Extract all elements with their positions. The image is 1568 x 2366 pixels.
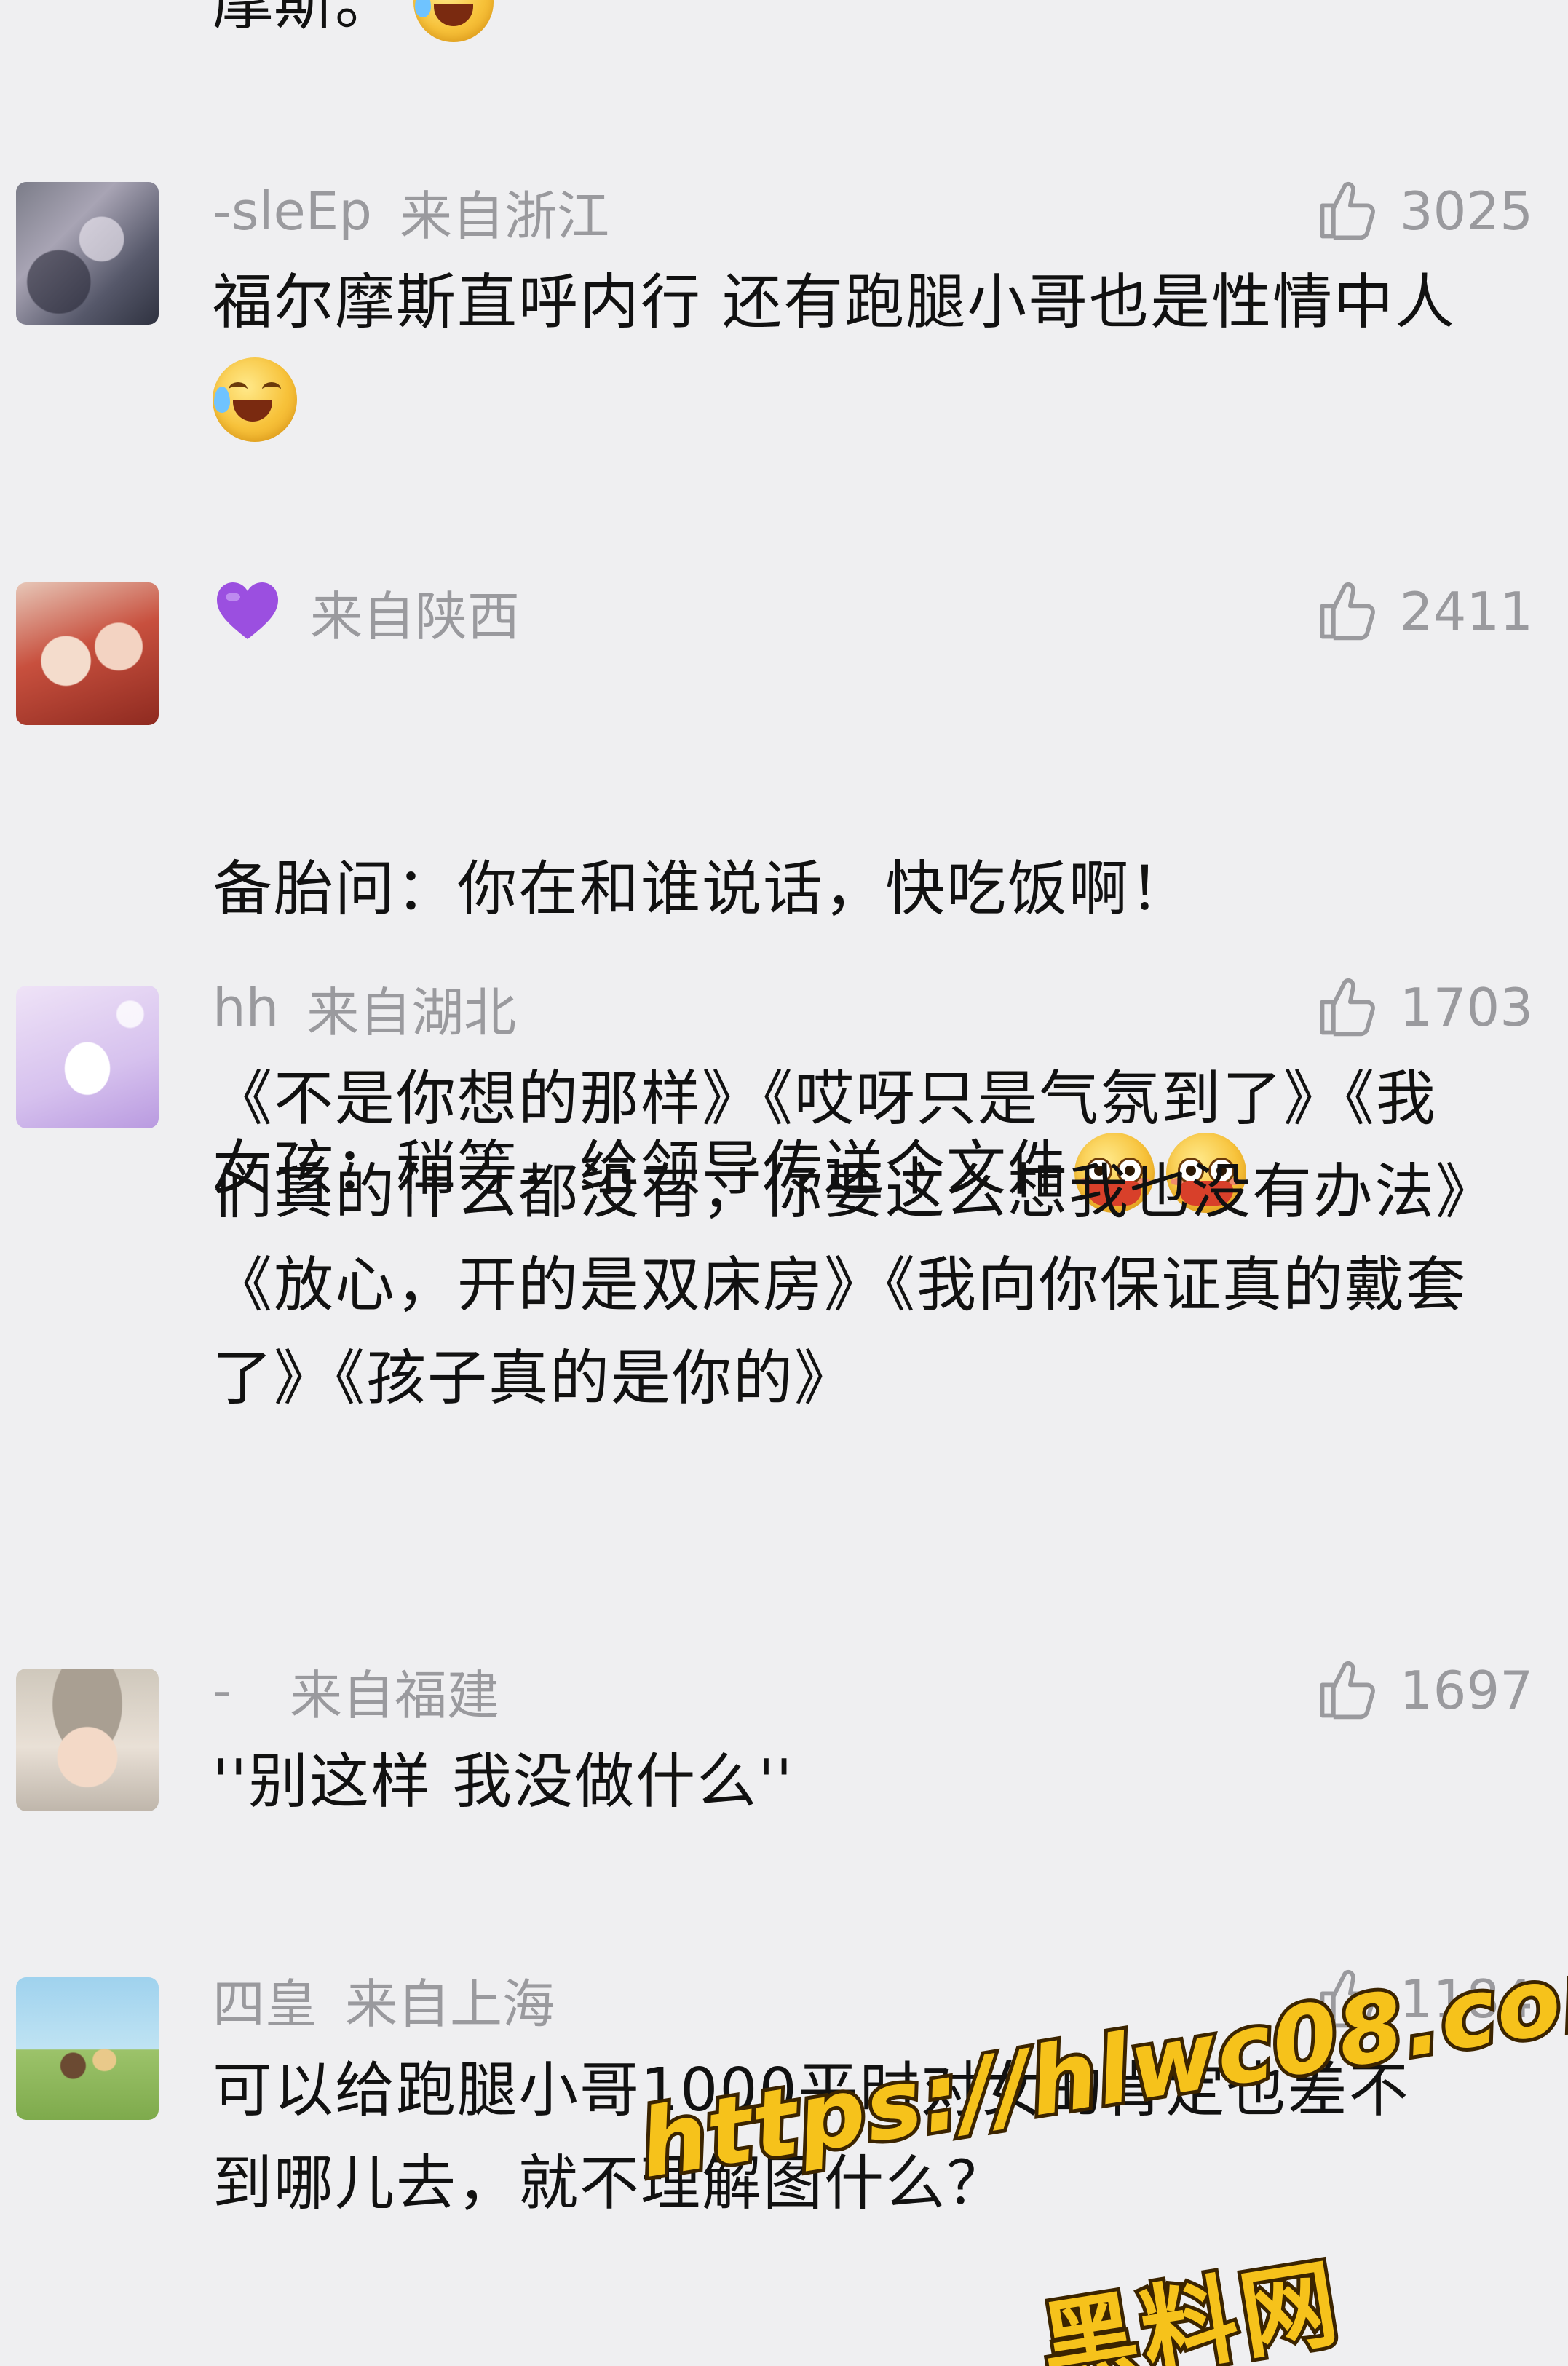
- username[interactable]: -: [213, 1660, 231, 1721]
- comment-meta: -sleEp 来自浙江: [213, 175, 609, 248]
- avatar[interactable]: [16, 1977, 159, 2120]
- previous-comment-text: 摩斯。: [213, 0, 397, 38]
- watermark-site-name: 黑料网: [1030, 2243, 1353, 2366]
- comment-meta: 来自陕西: [213, 575, 520, 648]
- avatar[interactable]: [16, 1669, 159, 1811]
- like-button[interactable]: 1703: [1314, 971, 1533, 1044]
- like-count: 2411: [1399, 581, 1533, 642]
- purple-heart-icon[interactable]: [213, 577, 282, 646]
- thumbs-up-icon: [1320, 181, 1375, 240]
- username[interactable]: -sleEp: [213, 181, 372, 242]
- thumbs-up-icon: [1320, 582, 1375, 641]
- username[interactable]: hh: [213, 977, 279, 1038]
- comment-text: 《不是你想的那样》《哎呀只是气氛到了》《我们真的什么都没有，你要这么想我也没有办…: [213, 1064, 1468, 1413]
- thumbs-up-icon: [1320, 1661, 1375, 1720]
- username[interactable]: 四皇: [213, 1961, 317, 2038]
- laughing-emoji-icon: [413, 0, 494, 42]
- location-label: 来自上海: [345, 1973, 555, 2035]
- comment-meta: hh 来自湖北: [213, 971, 516, 1044]
- avatar[interactable]: [16, 986, 159, 1128]
- laughing-tears-emoji-icon: [213, 357, 297, 442]
- like-button[interactable]: 3025: [1314, 175, 1533, 248]
- comment-text-content: 福尔摩斯直呼内行 还有跑腿小哥也是性情中人: [213, 268, 1457, 337]
- comment-feed: 摩斯。 -sleEp 来自浙江 3025 福尔摩斯直呼内行 还有跑腿小哥也是性情…: [0, 0, 1568, 2366]
- location-label: 来自湖北: [306, 981, 517, 1043]
- comment-meta: 四皇 来自上海: [213, 1963, 555, 2035]
- avatar[interactable]: [16, 182, 159, 325]
- like-count: 1697: [1399, 1660, 1533, 1721]
- comment-text: ''别这样 我没做什么'': [213, 1747, 794, 1816]
- previous-comment-fragment: 摩斯。: [213, 0, 494, 42]
- location-label: 来自陕西: [310, 585, 520, 647]
- thumbs-up-icon: [1320, 978, 1375, 1037]
- like-count: 1703: [1399, 977, 1533, 1038]
- like-button[interactable]: 1697: [1314, 1654, 1533, 1727]
- comment-text: 福尔摩斯直呼内行 还有跑腿小哥也是性情中人: [213, 256, 1508, 443]
- avatar[interactable]: [16, 582, 159, 725]
- comment-line: 备胎问：你在和谁说话，快吃饭啊！: [213, 855, 1192, 924]
- like-button[interactable]: 2411: [1314, 575, 1533, 648]
- location-label: 来自福建: [289, 1664, 499, 1726]
- location-label: 来自浙江: [400, 185, 610, 247]
- like-count: 3025: [1399, 181, 1533, 242]
- comment-meta: - 来自福建: [213, 1654, 499, 1727]
